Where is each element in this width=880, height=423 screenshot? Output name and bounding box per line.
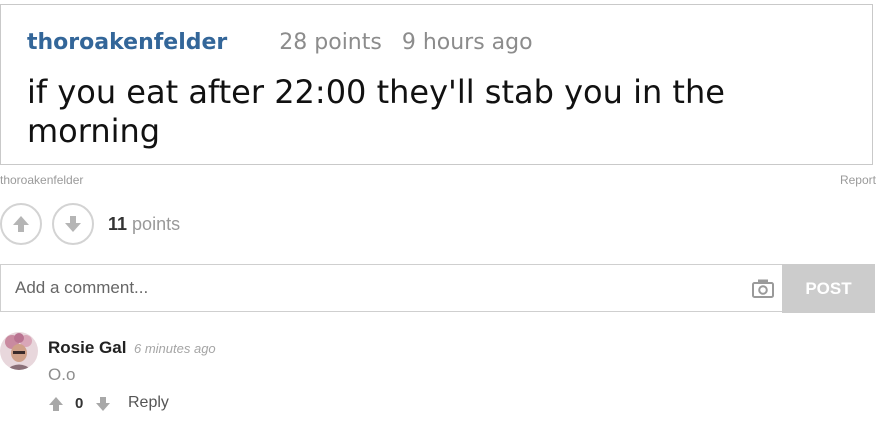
- comment-upvote-icon[interactable]: [48, 396, 64, 412]
- comment-vote-count: 0: [75, 395, 84, 412]
- post-meta: thoroakenfelder 28 points 9 hours ago: [27, 29, 533, 57]
- post-points: 28 points: [279, 30, 382, 55]
- byline-author-link[interactable]: thoroakenfelder: [0, 173, 83, 187]
- upvote-button[interactable]: [0, 203, 42, 245]
- byline: thoroakenfelder Report: [0, 173, 876, 187]
- downvote-button[interactable]: [52, 203, 94, 245]
- post-author-link[interactable]: thoroakenfelder: [27, 30, 227, 55]
- camera-icon[interactable]: [752, 278, 774, 298]
- post-score: 11 points: [108, 214, 180, 235]
- comment-timestamp: 6 minutes ago: [134, 341, 216, 356]
- comment-box: [0, 264, 782, 312]
- post-text: if you eat after 22:00 they'll stab you …: [27, 73, 725, 150]
- post-comment-button[interactable]: POST: [782, 264, 875, 313]
- upvote-icon: [13, 216, 29, 232]
- downvote-icon: [65, 216, 81, 232]
- comment-item: Rosie Gal 6 minutes ago O.o 0 Reply: [0, 332, 876, 422]
- post-score-count: 11: [108, 214, 128, 234]
- report-link[interactable]: Report: [840, 173, 876, 187]
- comment-author-link[interactable]: Rosie Gal: [48, 338, 126, 358]
- post-timestamp: 9 hours ago: [401, 30, 533, 55]
- reply-link[interactable]: Reply: [128, 394, 169, 412]
- post-score-unit: points: [132, 214, 181, 234]
- comment-downvote-icon[interactable]: [95, 396, 111, 412]
- avatar[interactable]: [0, 332, 38, 370]
- comment-input[interactable]: [1, 265, 731, 311]
- post-card: thoroakenfelder 28 points 9 hours ago if y…: [0, 4, 873, 165]
- comment-text: O.o: [48, 365, 76, 384]
